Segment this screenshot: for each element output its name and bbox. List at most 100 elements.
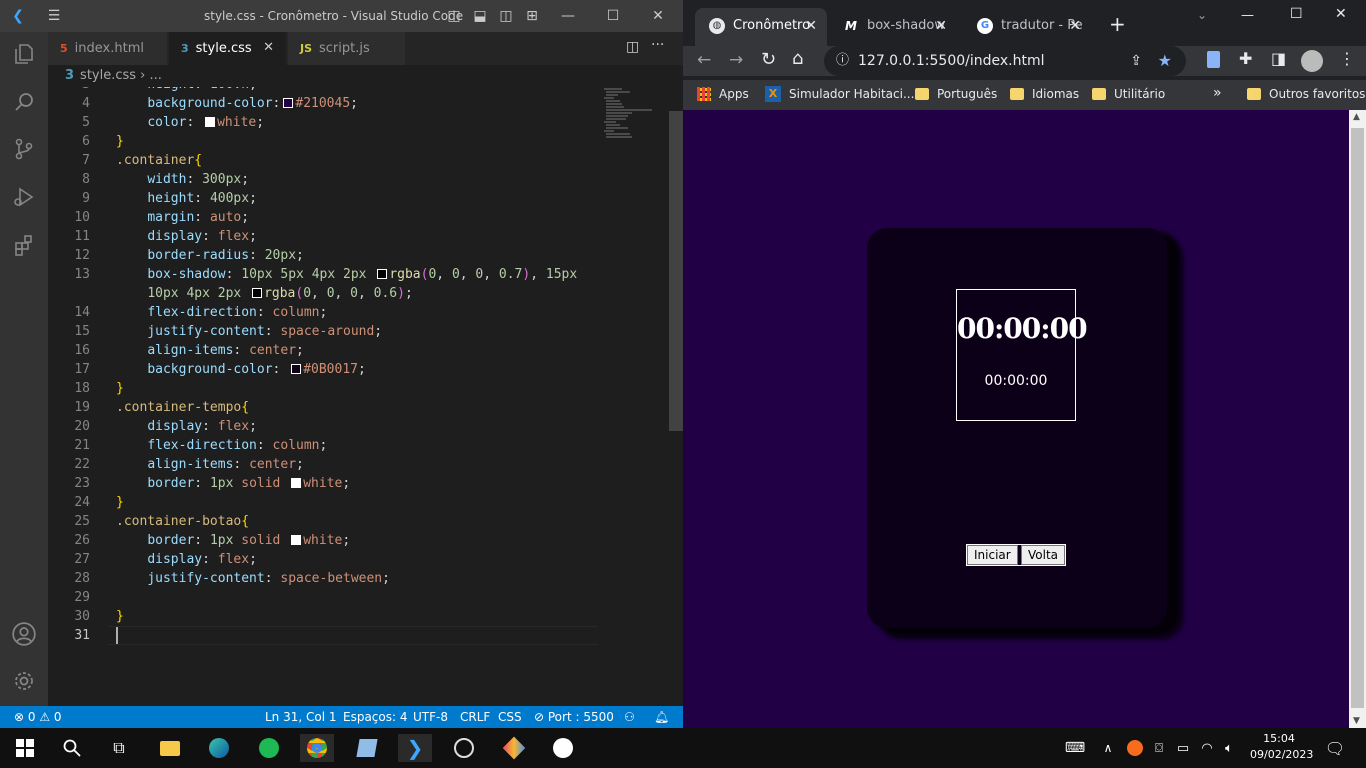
battery-icon[interactable]: ▭ — [1172, 734, 1194, 762]
browser-tab-cronometro[interactable]: ◍ Cronômetro ✕ — [695, 8, 827, 46]
spotify-icon[interactable] — [252, 734, 286, 762]
feedback-icon[interactable]: ⚇ — [624, 706, 635, 728]
indentation-status[interactable]: Espaços: 4 — [343, 706, 408, 728]
scroll-up-icon[interactable]: ▲ — [1353, 112, 1360, 122]
maximize-icon[interactable]: ☐ — [1290, 6, 1303, 22]
live-server-port[interactable]: ⊘ Port : 5500 — [534, 706, 614, 728]
bookmark-folder-utilitario[interactable]: Utilitário — [1092, 86, 1165, 102]
task-view-icon[interactable]: ⧉ — [102, 734, 136, 762]
settings-gear-icon[interactable] — [8, 665, 40, 697]
search-icon[interactable] — [55, 734, 89, 762]
customize-layout-icon[interactable]: ⊞ — [522, 7, 542, 25]
profile-avatar[interactable] — [1301, 50, 1323, 72]
start-button[interactable]: Iniciar — [967, 545, 1018, 565]
lap-button[interactable]: Volta — [1020, 545, 1065, 565]
file-explorer-icon[interactable] — [153, 734, 187, 762]
page-scrollbar[interactable]: ▲ ▼ — [1349, 110, 1366, 728]
show-hidden-icons[interactable]: ∧ — [1096, 734, 1120, 762]
tab-script-js[interactable]: JS script.js — [288, 32, 406, 65]
cursor-position[interactable]: Ln 31, Col 1 — [265, 706, 337, 728]
wifi-icon[interactable]: ◠ — [1196, 734, 1218, 762]
problems-status[interactable]: ⊗ 0 ⚠ 0 — [14, 706, 62, 728]
tab-search-icon[interactable]: ⌄ — [1197, 8, 1207, 22]
bookmark-folder-idiomas[interactable]: Idiomas — [1010, 86, 1079, 102]
obs-icon[interactable] — [447, 734, 481, 762]
account-icon[interactable] — [8, 618, 40, 650]
breadcrumb[interactable]: 3 style.css › ... — [48, 65, 683, 87]
back-icon[interactable]: ← — [697, 50, 711, 70]
camera-icon[interactable]: ⌼ — [1148, 734, 1170, 762]
editor-scrollbar[interactable] — [669, 111, 683, 431]
notes-app-icon[interactable] — [350, 734, 384, 762]
home-icon[interactable]: ⌂ — [792, 48, 803, 69]
menu-icon[interactable]: ☰ — [44, 7, 64, 25]
reload-icon[interactable]: ↻ — [761, 49, 776, 70]
bookmark-folder-portugues[interactable]: Português — [915, 86, 997, 102]
tab-close-icon[interactable]: ✕ — [935, 8, 947, 44]
extensions-puzzle-icon[interactable]: ✚ — [1239, 49, 1252, 68]
tab-index-html[interactable]: 5 index.html — [48, 32, 168, 65]
tab-style-css[interactable]: 3 style.css ✕ — [169, 32, 287, 65]
maximize-icon[interactable]: ☐ — [603, 7, 623, 25]
close-icon[interactable]: ✕ — [1335, 6, 1347, 22]
split-editor-icon[interactable]: ◫ — [626, 39, 639, 55]
new-tab-button[interactable]: + — [1109, 12, 1126, 36]
scroll-down-icon[interactable]: ▼ — [1353, 716, 1360, 726]
site-info-icon[interactable]: ⓘ — [836, 46, 849, 76]
tab-close-icon[interactable]: ✕ — [805, 8, 817, 44]
toggle-secondary-sidebar-icon[interactable]: ◫ — [496, 7, 516, 25]
bookmark-simulador[interactable]: X Simulador Habitaci... — [765, 86, 914, 102]
chrome-menu-icon[interactable]: ⋮ — [1339, 49, 1355, 68]
eol-status[interactable]: CRLF — [460, 706, 490, 728]
edge-icon[interactable] — [202, 734, 236, 762]
app-icon[interactable] — [546, 734, 580, 762]
source-control-icon[interactable] — [8, 133, 40, 165]
minimap[interactable] — [602, 87, 672, 157]
browser-tab-box-shadow[interactable]: M box-shadow ✕ — [829, 8, 957, 46]
scrollbar-thumb[interactable] — [1351, 128, 1364, 708]
extensions-icon[interactable] — [8, 229, 40, 261]
tab-label: style.css — [195, 41, 252, 56]
minimize-icon[interactable]: — — [558, 7, 578, 25]
side-panel-icon[interactable]: ◨ — [1271, 49, 1286, 68]
css-icon: 3 — [65, 68, 75, 83]
windows-start-icon[interactable] — [8, 734, 42, 762]
status-bar: ⊗ 0 ⚠ 0 Ln 31, Col 1 Espaços: 4 UTF-8 CR… — [0, 706, 683, 728]
address-bar[interactable]: ⓘ 127.0.0.1:5500/index.html ⇪ ★ — [824, 46, 1186, 76]
vscode-taskbar-icon[interactable]: ❯ — [398, 734, 432, 762]
toggle-sidebar-icon[interactable]: ◫ — [444, 7, 464, 25]
system-clock[interactable]: 15:04 09/02/2023 — [1250, 731, 1313, 763]
notification-center-icon[interactable]: 🗨︎ — [1318, 734, 1352, 762]
browser-toolbar: ← → ↻ ⌂ ⓘ 127.0.0.1:5500/index.html ⇪ ★ … — [683, 46, 1366, 76]
more-actions-icon[interactable]: ··· — [651, 37, 664, 53]
browser-tab-label: Cronômetro — [733, 18, 811, 33]
code-editor[interactable]: 3 height: 100vh; 4 background-color:#210… — [48, 87, 683, 706]
extension-icon[interactable] — [1207, 51, 1220, 68]
bookmark-star-icon[interactable]: ★ — [1158, 46, 1172, 76]
browser-tab-tradutor[interactable]: G tradutor - Pe ✕ — [963, 8, 1091, 46]
search-icon[interactable] — [8, 86, 40, 118]
explorer-icon[interactable] — [8, 38, 40, 70]
run-debug-icon[interactable] — [8, 181, 40, 213]
tab-close-icon[interactable]: ✕ — [263, 40, 274, 55]
forward-icon[interactable]: → — [729, 50, 743, 70]
share-icon[interactable]: ⇪ — [1130, 46, 1142, 76]
line-number: 31 — [74, 628, 90, 643]
more-bookmarks-button[interactable]: » — [1213, 85, 1222, 101]
language-mode[interactable]: CSS — [498, 706, 522, 728]
chrome-icon[interactable] — [300, 734, 334, 762]
git-app-icon[interactable] — [497, 734, 531, 762]
volume-icon[interactable]: 🔈︎ — [1218, 734, 1240, 762]
line-number: 8 — [82, 172, 90, 187]
notifications-bell-icon[interactable]: 🔔︎ — [654, 706, 669, 728]
toggle-panel-icon[interactable]: ⬓ — [470, 7, 490, 25]
minimize-icon[interactable]: — — [1241, 8, 1254, 23]
code-line: width: 300px; — [147, 172, 250, 187]
encoding-status[interactable]: UTF-8 — [413, 706, 448, 728]
avast-icon[interactable] — [1124, 734, 1146, 762]
bookmark-folder-outros[interactable]: Outros favoritos — [1247, 86, 1365, 102]
keyboard-icon[interactable]: ⌨ — [1058, 734, 1092, 762]
bookmark-apps[interactable]: Apps — [697, 86, 749, 102]
tab-close-icon[interactable]: ✕ — [1069, 8, 1081, 44]
close-icon[interactable]: ✕ — [648, 7, 668, 25]
